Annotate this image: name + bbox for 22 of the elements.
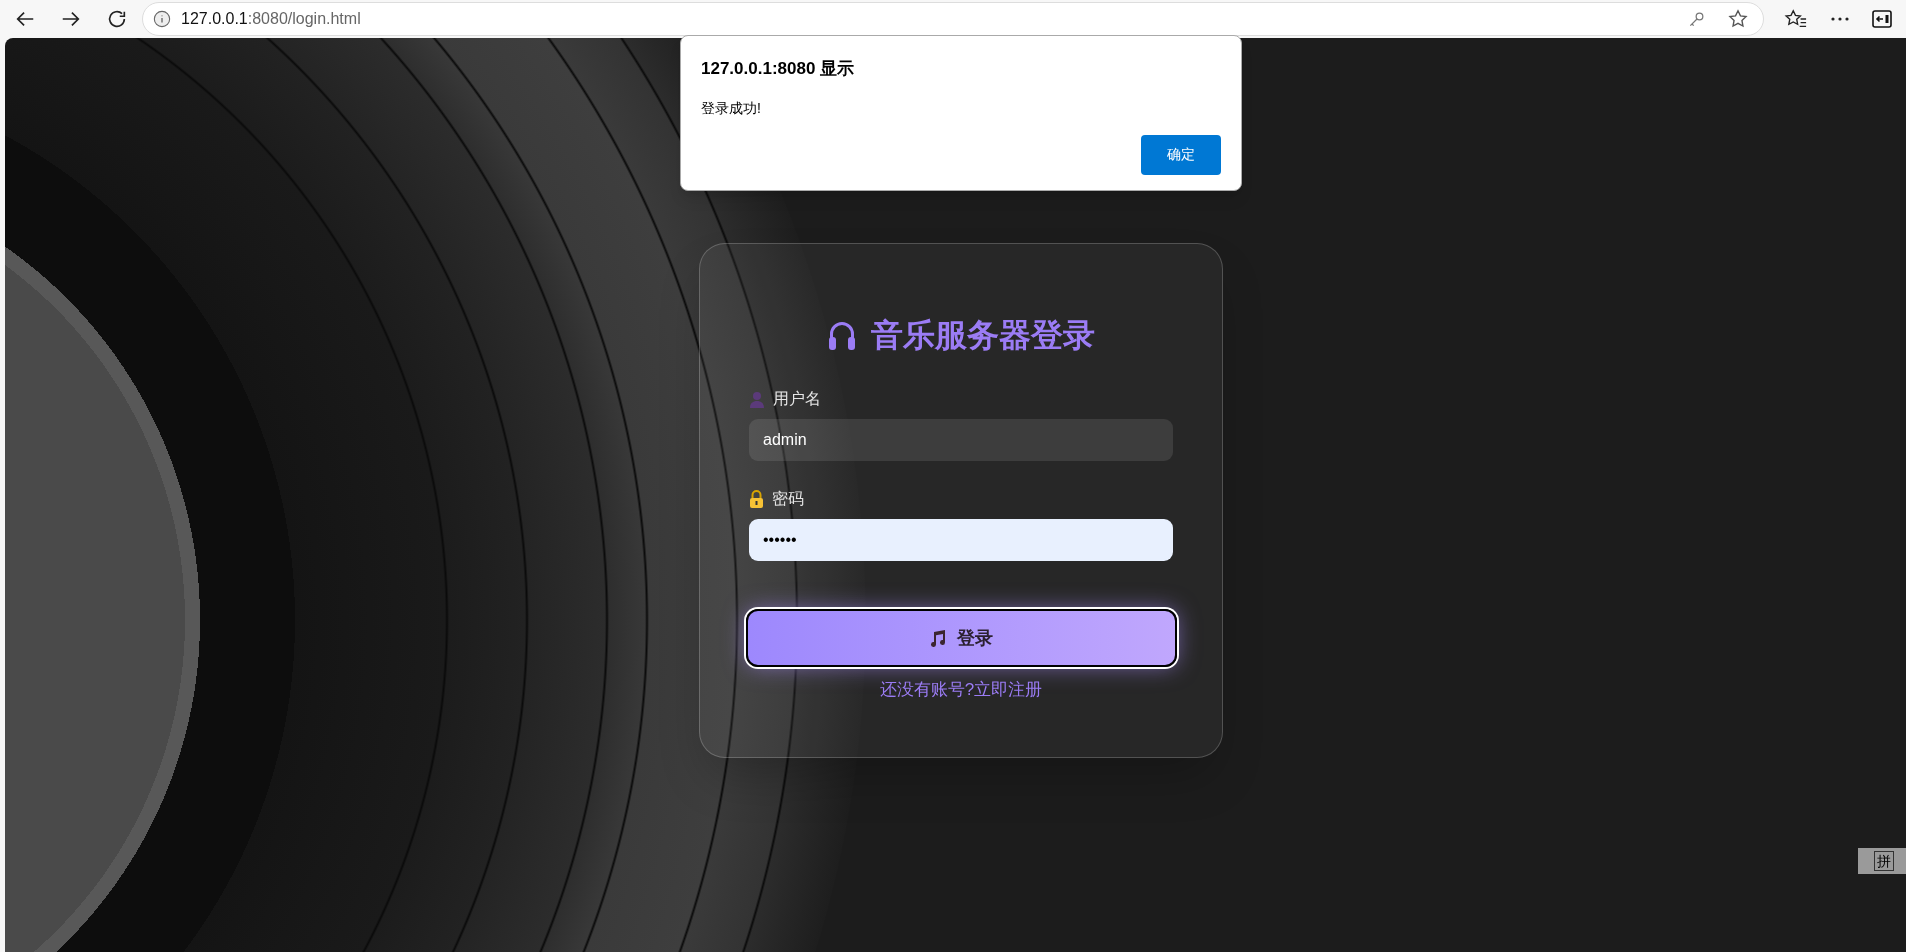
music-note-icon [929, 629, 947, 647]
address-text: 127.0.0.1:8080/login.html [181, 9, 361, 29]
input-field[interactable]: •••••• [749, 519, 1173, 561]
field-label: 密码 [772, 489, 804, 509]
address-bar[interactable]: 127.0.0.1:8080/login.html [142, 2, 1764, 36]
dialog-message: 登录成功! [701, 98, 762, 118]
favorites-icon[interactable] [1784, 8, 1808, 30]
reload-icon[interactable] [106, 8, 128, 30]
star-icon[interactable] [1727, 8, 1749, 30]
sidebar-icon[interactable] [1872, 10, 1892, 28]
more-icon[interactable] [1830, 16, 1850, 22]
headphones-icon [827, 319, 857, 351]
ime-indicator[interactable]: 拼 [1858, 848, 1906, 874]
lock-icon [749, 490, 764, 508]
info-icon[interactable] [153, 10, 171, 28]
ok-button[interactable]: 确定 [1141, 134, 1221, 175]
field-label: 用户名 [773, 389, 821, 409]
login-title: 音乐服务器登录 [871, 319, 1095, 351]
login-button[interactable]: 登录 [745, 609, 1177, 667]
user-icon [749, 390, 765, 408]
dialog-title: 127.0.0.1:8080 显示 [701, 58, 856, 80]
register-link[interactable]: 还没有账号?立即注册 [879, 677, 1043, 703]
